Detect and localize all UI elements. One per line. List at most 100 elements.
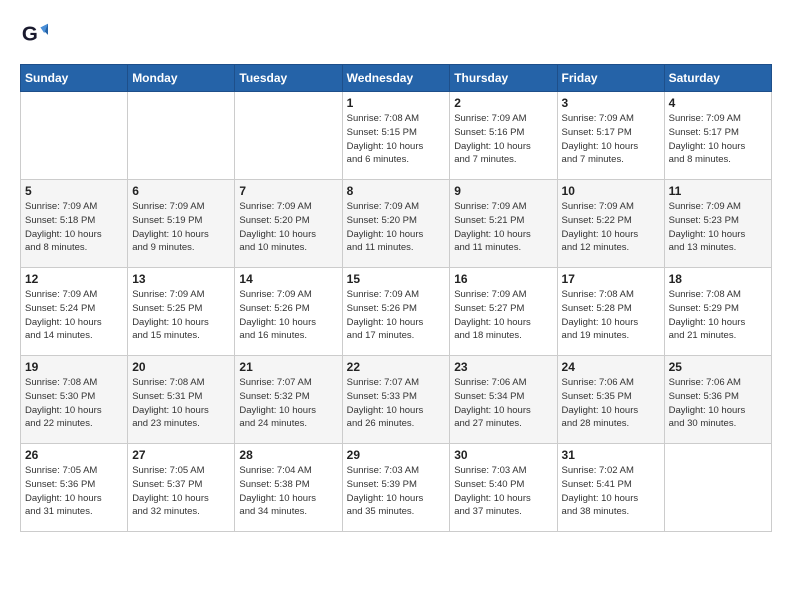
day-info: Sunrise: 7:09 AM Sunset: 5:26 PM Dayligh… — [347, 288, 446, 343]
day-number: 4 — [669, 96, 767, 110]
day-info: Sunrise: 7:09 AM Sunset: 5:18 PM Dayligh… — [25, 200, 123, 255]
day-info: Sunrise: 7:08 AM Sunset: 5:15 PM Dayligh… — [347, 112, 446, 167]
day-info: Sunrise: 7:09 AM Sunset: 5:21 PM Dayligh… — [454, 200, 552, 255]
calendar-cell: 14 Sunrise: 7:09 AM Sunset: 5:26 PM Dayli… — [235, 268, 342, 356]
header-cell-friday: Friday — [557, 65, 664, 92]
day-info: Sunrise: 7:09 AM Sunset: 5:16 PM Dayligh… — [454, 112, 552, 167]
calendar-cell: 27Sunrise: 7:05 AM Sunset: 5:37 PM Dayli… — [128, 444, 235, 532]
day-number: 23 — [454, 360, 552, 374]
calendar-cell: 6 Sunrise: 7:09 AM Sunset: 5:19 PM Daylig… — [128, 180, 235, 268]
calendar-cell — [235, 92, 342, 180]
calendar-cell: 3Sunrise: 7:09 AM Sunset: 5:17 PM Daylig… — [557, 92, 664, 180]
week-row-3: 12 Sunrise: 7:09 AM Sunset: 5:24 PM Dayli… — [21, 268, 772, 356]
calendar-cell: 5 Sunrise: 7:09 AM Sunset: 5:18 PM Daylig… — [21, 180, 128, 268]
logo-icon: G — [20, 20, 48, 48]
day-info: Sunrise: 7:09 AM Sunset: 5:25 PM Dayligh… — [132, 288, 230, 343]
day-number: 14 — [239, 272, 337, 286]
day-info: Sunrise: 7:08 AM Sunset: 5:30 PM Dayligh… — [25, 376, 123, 431]
day-number: 11 — [669, 184, 767, 198]
day-info: Sunrise: 7:09 AM Sunset: 5:24 PM Dayligh… — [25, 288, 123, 343]
day-number: 13 — [132, 272, 230, 286]
day-info: Sunrise: 7:03 AM Sunset: 5:39 PM Dayligh… — [347, 464, 446, 519]
day-info: Sunrise: 7:09 AM Sunset: 5:17 PM Dayligh… — [669, 112, 767, 167]
day-number: 28 — [239, 448, 337, 462]
day-info: Sunrise: 7:03 AM Sunset: 5:40 PM Dayligh… — [454, 464, 552, 519]
day-info: Sunrise: 7:07 AM Sunset: 5:33 PM Dayligh… — [347, 376, 446, 431]
calendar-cell: 21 Sunrise: 7:07 AM Sunset: 5:32 PM Dayli… — [235, 356, 342, 444]
day-number: 29 — [347, 448, 446, 462]
logo: G — [20, 20, 52, 48]
day-number: 6 — [132, 184, 230, 198]
calendar-cell — [128, 92, 235, 180]
day-number: 22 — [347, 360, 446, 374]
day-number: 8 — [347, 184, 446, 198]
day-number: 30 — [454, 448, 552, 462]
calendar-cell: 12 Sunrise: 7:09 AM Sunset: 5:24 PM Dayli… — [21, 268, 128, 356]
calendar-cell: 16 Sunrise: 7:09 AM Sunset: 5:27 PM Dayli… — [450, 268, 557, 356]
calendar-cell: 28 Sunrise: 7:04 AM Sunset: 5:38 PM Dayli… — [235, 444, 342, 532]
week-row-2: 5 Sunrise: 7:09 AM Sunset: 5:18 PM Daylig… — [21, 180, 772, 268]
calendar-cell: 20 Sunrise: 7:08 AM Sunset: 5:31 PM Dayli… — [128, 356, 235, 444]
calendar-cell: 17 Sunrise: 7:08 AM Sunset: 5:28 PM Dayli… — [557, 268, 664, 356]
calendar-cell — [21, 92, 128, 180]
day-number: 31 — [562, 448, 660, 462]
page-header: G — [20, 20, 772, 48]
calendar-cell: 13 Sunrise: 7:09 AM Sunset: 5:25 PM Dayli… — [128, 268, 235, 356]
calendar-cell: 9 Sunrise: 7:09 AM Sunset: 5:21 PM Daylig… — [450, 180, 557, 268]
calendar-cell: 18 Sunrise: 7:08 AM Sunset: 5:29 PM Dayli… — [664, 268, 771, 356]
calendar-cell: 8 Sunrise: 7:09 AM Sunset: 5:20 PM Daylig… — [342, 180, 450, 268]
week-row-1: 1Sunrise: 7:08 AM Sunset: 5:15 PM Daylig… — [21, 92, 772, 180]
header-cell-saturday: Saturday — [664, 65, 771, 92]
calendar-cell: 31 Sunrise: 7:02 AM Sunset: 5:41 PM Dayli… — [557, 444, 664, 532]
day-number: 21 — [239, 360, 337, 374]
day-info: Sunrise: 7:09 AM Sunset: 5:20 PM Dayligh… — [239, 200, 337, 255]
day-info: Sunrise: 7:06 AM Sunset: 5:34 PM Dayligh… — [454, 376, 552, 431]
day-info: Sunrise: 7:09 AM Sunset: 5:19 PM Dayligh… — [132, 200, 230, 255]
day-number: 24 — [562, 360, 660, 374]
day-info: Sunrise: 7:07 AM Sunset: 5:32 PM Dayligh… — [239, 376, 337, 431]
day-info: Sunrise: 7:02 AM Sunset: 5:41 PM Dayligh… — [562, 464, 660, 519]
day-number: 18 — [669, 272, 767, 286]
day-info: Sunrise: 7:08 AM Sunset: 5:28 PM Dayligh… — [562, 288, 660, 343]
day-number: 19 — [25, 360, 123, 374]
day-info: Sunrise: 7:09 AM Sunset: 5:27 PM Dayligh… — [454, 288, 552, 343]
day-number: 17 — [562, 272, 660, 286]
day-info: Sunrise: 7:09 AM Sunset: 5:20 PM Dayligh… — [347, 200, 446, 255]
day-number: 2 — [454, 96, 552, 110]
header-row: SundayMondayTuesdayWednesdayThursdayFrid… — [21, 65, 772, 92]
calendar-cell: 30 Sunrise: 7:03 AM Sunset: 5:40 PM Dayli… — [450, 444, 557, 532]
day-info: Sunrise: 7:06 AM Sunset: 5:35 PM Dayligh… — [562, 376, 660, 431]
day-number: 25 — [669, 360, 767, 374]
header-cell-thursday: Thursday — [450, 65, 557, 92]
calendar-cell: 26 Sunrise: 7:05 AM Sunset: 5:36 PM Dayli… — [21, 444, 128, 532]
calendar-cell: 15 Sunrise: 7:09 AM Sunset: 5:26 PM Dayli… — [342, 268, 450, 356]
day-info: Sunrise: 7:09 AM Sunset: 5:26 PM Dayligh… — [239, 288, 337, 343]
day-number: 9 — [454, 184, 552, 198]
calendar-cell: 25Sunrise: 7:06 AM Sunset: 5:36 PM Dayli… — [664, 356, 771, 444]
day-info: Sunrise: 7:09 AM Sunset: 5:17 PM Dayligh… — [562, 112, 660, 167]
day-info: Sunrise: 7:08 AM Sunset: 5:29 PM Dayligh… — [669, 288, 767, 343]
calendar-cell: 7 Sunrise: 7:09 AM Sunset: 5:20 PM Daylig… — [235, 180, 342, 268]
day-info: Sunrise: 7:04 AM Sunset: 5:38 PM Dayligh… — [239, 464, 337, 519]
week-row-5: 26 Sunrise: 7:05 AM Sunset: 5:36 PM Dayli… — [21, 444, 772, 532]
day-number: 5 — [25, 184, 123, 198]
day-number: 7 — [239, 184, 337, 198]
day-number: 16 — [454, 272, 552, 286]
day-number: 15 — [347, 272, 446, 286]
day-number: 20 — [132, 360, 230, 374]
day-info: Sunrise: 7:05 AM Sunset: 5:37 PM Dayligh… — [132, 464, 230, 519]
calendar-cell — [664, 444, 771, 532]
day-info: Sunrise: 7:08 AM Sunset: 5:31 PM Dayligh… — [132, 376, 230, 431]
calendar-cell: 23 Sunrise: 7:06 AM Sunset: 5:34 PM Dayli… — [450, 356, 557, 444]
calendar-cell: 1Sunrise: 7:08 AM Sunset: 5:15 PM Daylig… — [342, 92, 450, 180]
day-info: Sunrise: 7:05 AM Sunset: 5:36 PM Dayligh… — [25, 464, 123, 519]
week-row-4: 19 Sunrise: 7:08 AM Sunset: 5:30 PM Dayli… — [21, 356, 772, 444]
calendar-cell: 29 Sunrise: 7:03 AM Sunset: 5:39 PM Dayli… — [342, 444, 450, 532]
svg-text:G: G — [22, 23, 38, 46]
header-cell-wednesday: Wednesday — [342, 65, 450, 92]
header-cell-monday: Monday — [128, 65, 235, 92]
calendar-cell: 10Sunrise: 7:09 AM Sunset: 5:22 PM Dayli… — [557, 180, 664, 268]
header-cell-tuesday: Tuesday — [235, 65, 342, 92]
day-number: 12 — [25, 272, 123, 286]
day-number: 26 — [25, 448, 123, 462]
